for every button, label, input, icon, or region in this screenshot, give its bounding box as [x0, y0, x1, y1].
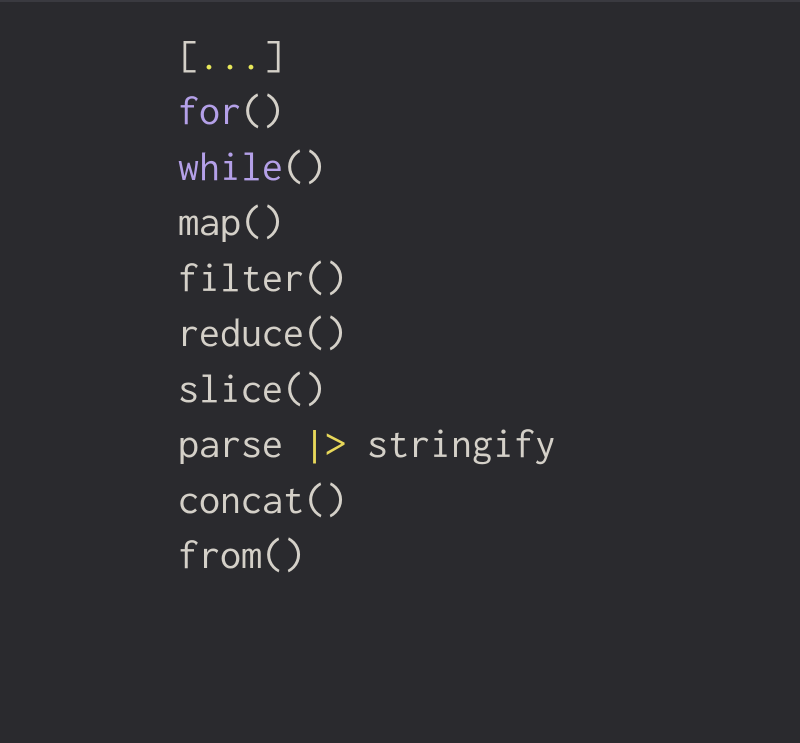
code-token: for — [178, 88, 241, 132]
code-token: reduce() — [178, 310, 346, 354]
code-token: map() — [178, 199, 283, 243]
code-line: from() — [178, 527, 800, 582]
code-token: filter() — [178, 255, 346, 299]
code-line: while() — [178, 139, 800, 194]
code-line: for() — [178, 83, 800, 138]
code-token: slice() — [178, 366, 325, 410]
code-token: concat() — [178, 477, 346, 521]
code-token: [ — [178, 33, 199, 77]
code-block[interactable]: [...]for()while()map()filter()reduce()sl… — [0, 0, 800, 582]
code-line: reduce() — [178, 305, 800, 360]
code-line: filter() — [178, 250, 800, 305]
code-token: ... — [199, 33, 262, 77]
code-line: concat() — [178, 472, 800, 527]
code-line: [...] — [178, 28, 800, 83]
code-line: parse |> stringify — [178, 416, 800, 471]
top-divider — [0, 0, 800, 2]
code-token: while — [178, 144, 283, 188]
code-token: stringify — [346, 421, 556, 465]
code-token: parse — [178, 421, 304, 465]
code-token: from() — [178, 532, 304, 576]
code-line: slice() — [178, 361, 800, 416]
code-line: map() — [178, 194, 800, 249]
code-token: |> — [304, 421, 346, 465]
code-token: () — [283, 144, 325, 188]
code-token: () — [241, 88, 283, 132]
code-token: ] — [262, 33, 283, 77]
